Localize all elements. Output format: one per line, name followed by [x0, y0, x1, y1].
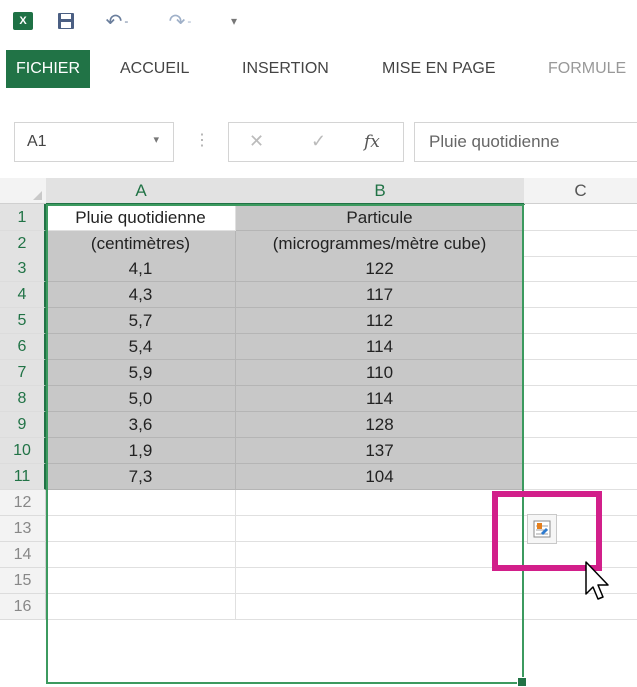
- row-header[interactable]: 7: [0, 360, 46, 386]
- column-header-b[interactable]: B: [236, 178, 525, 205]
- row-header[interactable]: 14: [0, 542, 46, 568]
- select-all-corner[interactable]: [0, 178, 47, 204]
- cell-b[interactable]: [236, 542, 524, 568]
- row-header[interactable]: 9: [0, 412, 46, 438]
- cell-b[interactable]: [236, 490, 524, 516]
- chevron-down-icon[interactable]: ▾: [153, 133, 159, 146]
- insert-function-icon[interactable]: fx: [364, 132, 380, 152]
- undo-icon[interactable]: ↶ -: [102, 10, 132, 33]
- row-header[interactable]: 16: [0, 594, 46, 620]
- cell-c[interactable]: [524, 386, 637, 412]
- fill-handle[interactable]: [517, 677, 527, 687]
- cell-c[interactable]: [524, 464, 637, 490]
- row-header[interactable]: 13: [0, 516, 46, 542]
- row-header[interactable]: 5: [0, 308, 46, 334]
- cell-c[interactable]: [524, 256, 637, 282]
- save-icon[interactable]: [56, 10, 76, 32]
- cancel-icon[interactable]: ✕: [249, 131, 264, 152]
- cell-b[interactable]: 104: [236, 464, 524, 490]
- cell-b[interactable]: 112: [236, 308, 524, 334]
- tab-fichier[interactable]: FICHIER: [6, 50, 90, 88]
- cell-b[interactable]: (microgrammes/mètre cube): [236, 231, 524, 257]
- row-header[interactable]: 12: [0, 490, 46, 516]
- row-header[interactable]: 15: [0, 568, 46, 594]
- row-header[interactable]: 2: [0, 231, 46, 257]
- redo-glyph: ↷: [168, 10, 186, 33]
- undo-glyph: ↶: [105, 10, 123, 33]
- cell-c[interactable]: [524, 412, 637, 438]
- tab-formules[interactable]: FORMULE: [548, 50, 626, 88]
- cell-a[interactable]: 5,4: [46, 334, 236, 360]
- ribbon-tabs: FICHIER ACCUEIL INSERTION MISE EN PAGE F…: [0, 50, 637, 90]
- cell-a[interactable]: 4,1: [46, 256, 236, 282]
- row-header[interactable]: 6: [0, 334, 46, 360]
- row-header[interactable]: 3: [0, 256, 46, 282]
- cell-a[interactable]: [46, 490, 236, 516]
- cell-c[interactable]: [524, 568, 637, 594]
- row-header[interactable]: 8: [0, 386, 46, 412]
- cell-a[interactable]: 1,9: [46, 438, 236, 464]
- row-header[interactable]: 11: [0, 464, 46, 490]
- cell-c[interactable]: [524, 334, 637, 360]
- column-header-c[interactable]: C: [524, 178, 637, 204]
- mouse-cursor-icon: [585, 561, 609, 600]
- cell-c[interactable]: [524, 282, 637, 308]
- cell-a[interactable]: Pluie quotidienne: [46, 204, 236, 231]
- cell-a[interactable]: [46, 594, 236, 620]
- tab-mise-en-page[interactable]: MISE EN PAGE: [382, 50, 496, 88]
- row-header[interactable]: 10: [0, 438, 46, 464]
- cell-c[interactable]: [524, 231, 637, 257]
- cell-a[interactable]: 4,3: [46, 282, 236, 308]
- redo-dropdown[interactable]: -: [187, 14, 191, 28]
- cell-c[interactable]: [524, 438, 637, 464]
- column-header-a[interactable]: A: [46, 178, 237, 205]
- name-box-value: A1: [27, 133, 47, 150]
- formula-value: Pluie quotidienne: [429, 132, 560, 151]
- cell-a[interactable]: (centimètres): [46, 231, 236, 257]
- row-header[interactable]: 4: [0, 282, 46, 308]
- cell-a[interactable]: 5,0: [46, 386, 236, 412]
- cell-a[interactable]: [46, 542, 236, 568]
- cell-b[interactable]: 117: [236, 282, 524, 308]
- cell-b[interactable]: 128: [236, 412, 524, 438]
- cell-c[interactable]: [524, 204, 637, 231]
- select-all-icon: [33, 191, 42, 200]
- quick-access-toolbar: X ↶ - ↷ - ▾: [0, 0, 637, 44]
- row-header[interactable]: 1: [0, 204, 46, 231]
- cell-b[interactable]: 114: [236, 386, 524, 412]
- cell-c[interactable]: [524, 360, 637, 386]
- customize-toolbar-icon[interactable]: ▾: [225, 10, 243, 32]
- cell-b[interactable]: [236, 594, 524, 620]
- formula-bar: A1 ▾ ⋮ ✕ ✓ fx Pluie quotidienne: [0, 100, 637, 180]
- cell-a[interactable]: [46, 516, 236, 542]
- cell-a[interactable]: 5,9: [46, 360, 236, 386]
- cell-b[interactable]: [236, 568, 524, 594]
- formula-input[interactable]: Pluie quotidienne: [414, 122, 637, 162]
- cell-a[interactable]: 7,3: [46, 464, 236, 490]
- cell-b[interactable]: 137: [236, 438, 524, 464]
- enter-icon[interactable]: ✓: [311, 131, 326, 152]
- excel-icon: X: [10, 10, 36, 32]
- redo-icon[interactable]: ↷ -: [165, 10, 195, 33]
- tab-insertion[interactable]: INSERTION: [242, 50, 329, 88]
- cell-a[interactable]: 5,7: [46, 308, 236, 334]
- cell-c[interactable]: [524, 594, 637, 620]
- cell-a[interactable]: 3,6: [46, 412, 236, 438]
- quick-analysis-button[interactable]: [527, 514, 557, 544]
- cell-b[interactable]: Particule: [236, 204, 524, 231]
- cell-b[interactable]: 122: [236, 256, 524, 282]
- cell-c[interactable]: [524, 308, 637, 334]
- cell-b[interactable]: [236, 516, 524, 542]
- cell-b[interactable]: 110: [236, 360, 524, 386]
- cell-b[interactable]: 114: [236, 334, 524, 360]
- name-box[interactable]: A1 ▾: [14, 122, 174, 162]
- cell-a[interactable]: [46, 568, 236, 594]
- undo-dropdown[interactable]: -: [124, 14, 128, 28]
- formula-bar-resize-handle[interactable]: ⋮: [194, 130, 210, 150]
- quick-analysis-icon: [533, 520, 551, 538]
- tab-accueil[interactable]: ACCUEIL: [120, 50, 189, 88]
- formula-buttons: ✕ ✓ fx: [228, 122, 404, 162]
